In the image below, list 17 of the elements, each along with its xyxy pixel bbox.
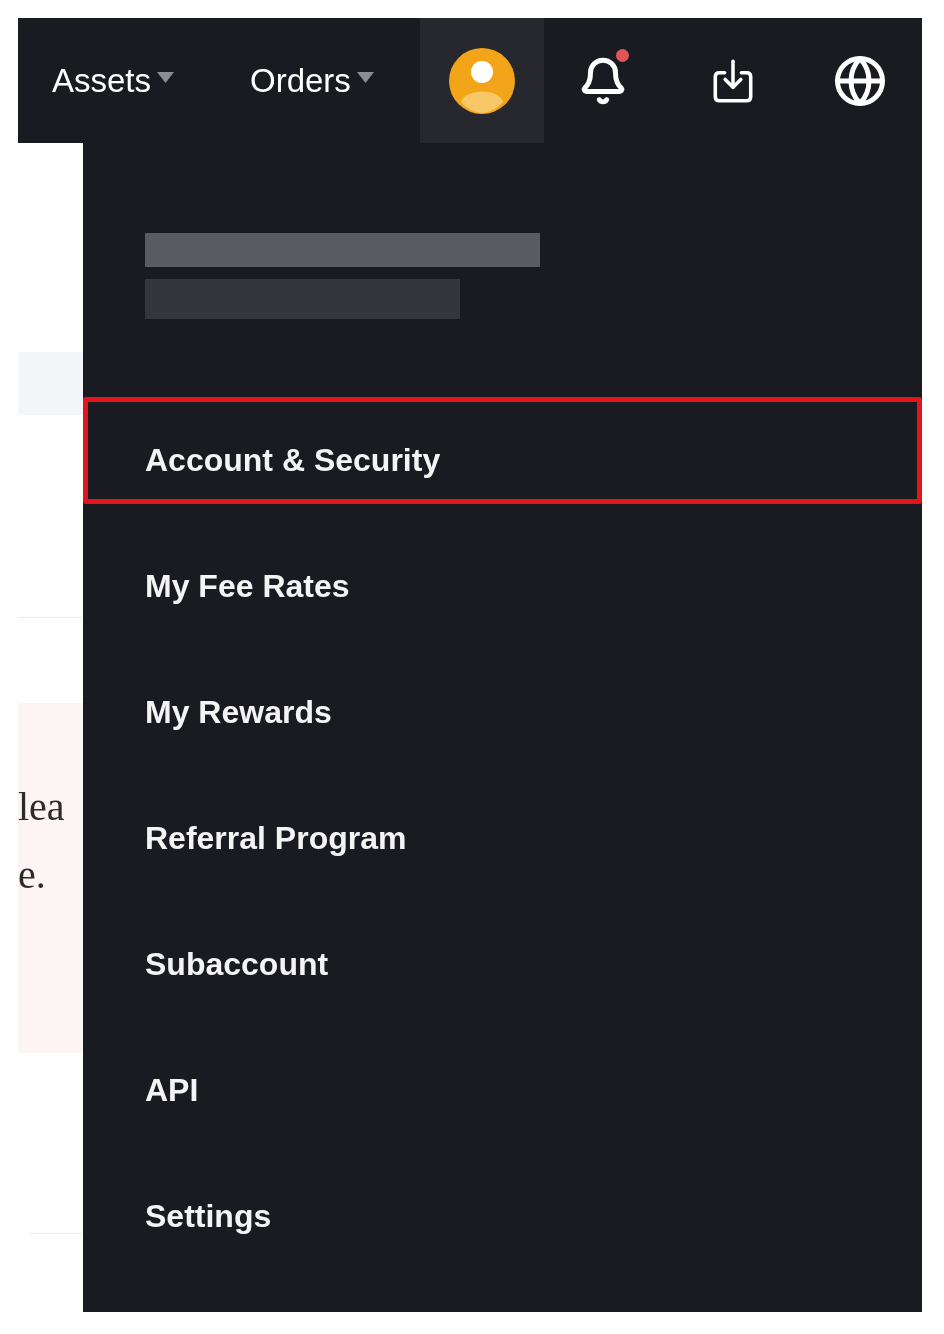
menu-item[interactable]: Referral Program [83,775,922,882]
nav-menu-button[interactable]: Orders [250,18,388,143]
caret-icon [356,72,374,83]
menu-item[interactable]: Settings [83,1153,922,1260]
menu-item[interactable]: My Rewards [83,649,922,756]
avatar-icon [449,47,515,114]
menu-item[interactable]: Subaccount [83,901,922,1008]
globe-icon [833,53,887,108]
menu-item[interactable]: My Fee Rates [83,523,922,630]
nav-menu-button[interactable]: Assets [52,18,185,143]
menu-item[interactable]: Account & Security [83,397,922,504]
banner-strip [18,352,83,415]
caret-icon [157,72,175,83]
menu-item[interactable]: API [83,1027,922,1134]
notice-text: lea [18,783,66,831]
notice-text: e. [18,851,47,899]
account-button[interactable] [420,18,544,143]
